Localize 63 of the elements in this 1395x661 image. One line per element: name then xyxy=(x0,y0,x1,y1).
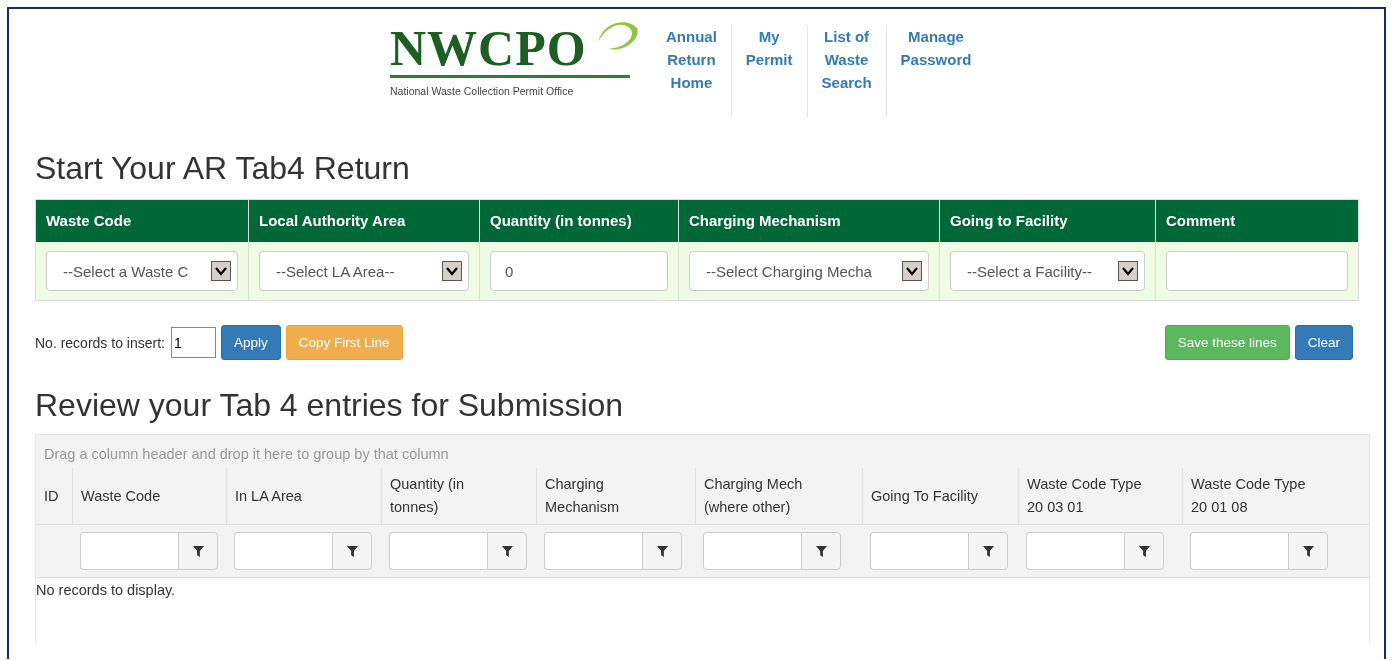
action-button[interactable]: Apply xyxy=(220,325,281,360)
column-header: Going to Facility xyxy=(940,200,1155,242)
logo-wordmark: NWCPO xyxy=(390,23,587,73)
caret-icon xyxy=(1118,261,1138,281)
column-header: Charging Mechanism xyxy=(679,200,939,242)
column-header: Comment xyxy=(1156,200,1358,242)
filter-icon xyxy=(1302,545,1314,557)
input-field[interactable]: 0 xyxy=(490,251,668,291)
filter-icon xyxy=(982,545,994,557)
column-header: Local Authority Area xyxy=(249,200,479,242)
logo-tagline: National Waste Collection Permit Office xyxy=(390,85,574,97)
filter-icon xyxy=(656,545,668,557)
input-field[interactable] xyxy=(1166,251,1348,291)
filter-field[interactable] xyxy=(1026,532,1124,570)
section-title: Review your Tab 4 entries for Submission xyxy=(35,386,625,424)
filter-button[interactable] xyxy=(801,532,841,570)
filter-button[interactable] xyxy=(1124,532,1164,570)
column-header[interactable]: Going To Facility xyxy=(871,484,978,508)
dropdown[interactable]: --Select a Waste C xyxy=(46,251,238,291)
nav-link[interactable]: Manage Password xyxy=(885,25,986,117)
filter-field[interactable] xyxy=(234,532,332,570)
filter-field[interactable] xyxy=(80,532,178,570)
filter-icon xyxy=(815,545,827,557)
filter-icon xyxy=(346,545,358,557)
column-header[interactable]: Charging Mech (where other) xyxy=(704,473,803,519)
section-title: Start Your AR Tab4 Return xyxy=(35,149,411,187)
filter-icon xyxy=(192,545,204,557)
column-header[interactable]: ID xyxy=(44,484,59,508)
filter-button[interactable] xyxy=(487,532,527,570)
action-button[interactable]: Clear xyxy=(1294,325,1353,360)
filter-field[interactable] xyxy=(870,532,968,570)
nav-link[interactable]: List of Waste Search xyxy=(806,25,886,117)
filter-button[interactable] xyxy=(1288,532,1328,570)
dropdown[interactable]: --Select Charging Mecha xyxy=(689,251,929,291)
records-label: No. records to insert: xyxy=(35,334,165,351)
filter-field[interactable] xyxy=(1190,532,1288,570)
column-header: Quantity (in tonnes) xyxy=(480,200,678,242)
filter-icon xyxy=(501,545,513,557)
records-input[interactable]: 1 xyxy=(170,327,216,358)
filter-button[interactable] xyxy=(642,532,682,570)
filter-button[interactable] xyxy=(332,532,372,570)
column-header[interactable]: Waste Code Type 20 01 08 xyxy=(1191,473,1306,519)
group-hint: Drag a column header and drop it here to group by that column xyxy=(44,446,449,462)
filter-field[interactable] xyxy=(389,532,487,570)
column-header[interactable]: Waste Code xyxy=(81,484,161,508)
filter-field[interactable] xyxy=(544,532,642,570)
column-header[interactable]: Waste Code Type 20 03 01 xyxy=(1027,473,1142,519)
filter-icon xyxy=(1138,545,1150,557)
dropdown[interactable]: --Select LA Area-- xyxy=(259,251,469,291)
caret-icon xyxy=(211,261,231,281)
nav-link[interactable]: Annual Return Home xyxy=(658,25,731,117)
filter-button[interactable] xyxy=(968,532,1008,570)
filter-field[interactable] xyxy=(703,532,801,570)
caret-icon xyxy=(902,261,922,281)
column-header: Waste Code xyxy=(36,200,248,242)
caret-icon xyxy=(442,261,462,281)
column-header[interactable]: Charging Mechanism xyxy=(545,473,620,519)
dropdown[interactable]: --Select a Facility-- xyxy=(950,251,1145,291)
column-header[interactable]: In LA Area xyxy=(235,484,302,508)
filter-button[interactable] xyxy=(178,532,218,570)
nav-link[interactable]: My Permit xyxy=(730,25,807,117)
empty-message: No records to display. xyxy=(36,581,177,598)
column-header[interactable]: Quantity (in tonnes) xyxy=(390,473,465,519)
